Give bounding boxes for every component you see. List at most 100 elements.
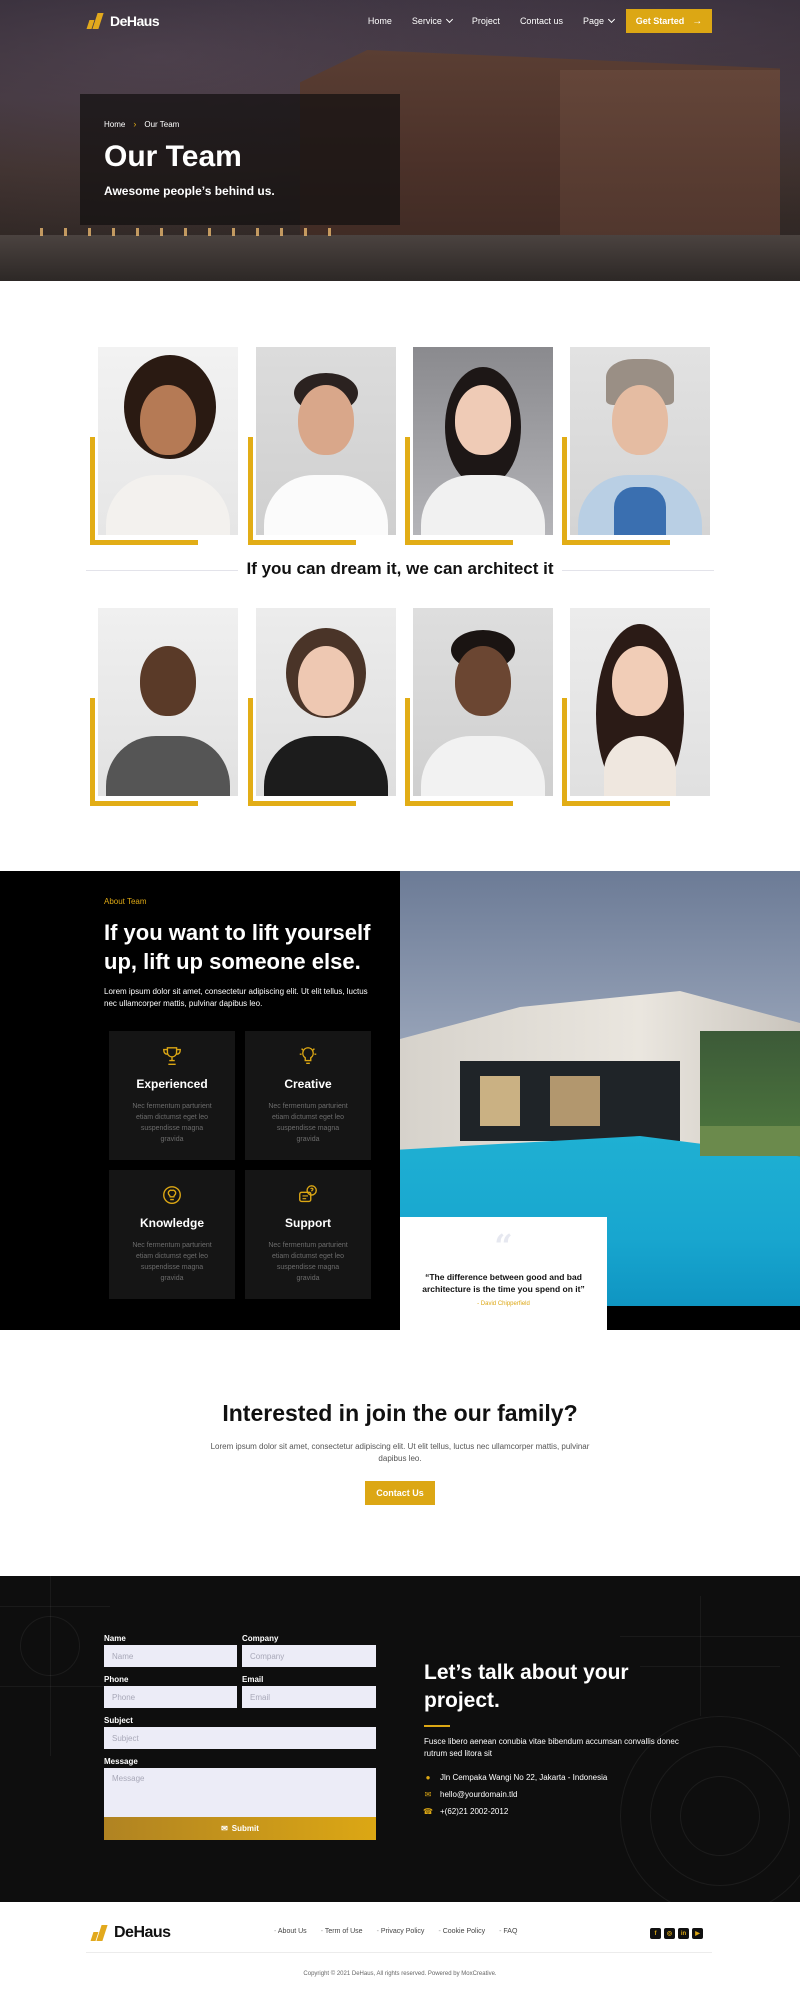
portrait-image <box>413 608 553 796</box>
quote-author: - David Chipperfield <box>477 1301 530 1307</box>
envelope-icon: ✉ <box>221 1824 228 1833</box>
email-row[interactable]: ✉ hello@yourdomain.tld <box>424 1790 518 1799</box>
support-chat-icon <box>299 1185 317 1203</box>
brand-name: DeHaus <box>110 13 160 29</box>
portrait-image <box>570 347 710 535</box>
nav-item-contact[interactable]: Contact us <box>520 16 563 26</box>
copyright-text: Copyright © 2021 DeHaus, All rights rese… <box>303 1971 497 1977</box>
team-member-photo <box>562 347 710 545</box>
feature-text: Nec fermentum parturient etiam dictumst … <box>132 1242 212 1282</box>
section-label: About Team <box>104 897 147 906</box>
footer-link-faq[interactable]: FAQ <box>499 1928 517 1935</box>
brand-logo[interactable]: DeHaus <box>86 13 160 29</box>
logo-mark-icon <box>86 13 106 29</box>
phone-label: Phone <box>104 1675 129 1684</box>
footer-link-privacy[interactable]: Privacy Policy <box>377 1928 425 1935</box>
feature-title: Support <box>285 1216 331 1230</box>
nav-item-home[interactable]: Home <box>368 16 392 26</box>
talk-title: Let’s talk about your project. <box>424 1661 629 1712</box>
team-member-photo <box>90 347 238 545</box>
linkedin-icon[interactable]: in <box>678 1928 689 1939</box>
feature-card: Experienced Nec fermentum parturient eti… <box>109 1031 235 1160</box>
footer-logo[interactable]: DeHaus <box>90 1924 171 1942</box>
footer-link-terms[interactable]: Term of Use <box>321 1928 363 1935</box>
cta-title: Interested in join the our family? <box>222 1400 578 1426</box>
subject-input[interactable]: Subject <box>104 1727 376 1749</box>
contact-us-button[interactable]: Contact Us <box>365 1481 435 1505</box>
phone-row[interactable]: ☎ +(62)21 2002-2012 <box>423 1807 509 1816</box>
nav-item-service[interactable]: Service <box>412 15 453 26</box>
get-started-label: Get Started <box>635 16 685 26</box>
arrow-right-icon: → <box>692 15 703 27</box>
message-textarea[interactable]: Message <box>104 1768 376 1818</box>
page-title: Our Team <box>104 140 242 173</box>
feature-card: Support Nec fermentum parturient etiam d… <box>245 1170 371 1299</box>
phone-text: +(62)21 2002-2012 <box>440 1807 509 1816</box>
youtube-icon[interactable]: ▶ <box>692 1928 703 1939</box>
get-started-button[interactable]: Get Started → <box>626 9 712 33</box>
feature-title: Creative <box>284 1077 332 1091</box>
page-subtitle: Awesome people’s behind us. <box>104 184 275 198</box>
facebook-icon[interactable]: f <box>650 1928 661 1939</box>
nav-item-label: Home <box>367 16 392 26</box>
footer-divider <box>86 1952 712 1953</box>
lightbulb-icon <box>299 1047 317 1065</box>
footer-link-about[interactable]: About Us <box>274 1928 307 1935</box>
quote-card: “ “The difference between good and bad a… <box>400 1217 607 1330</box>
breadcrumb-current: Our Team <box>144 119 180 129</box>
portrait-image <box>256 608 396 796</box>
footer-links: About Us Term of Use Privacy Policy Cook… <box>274 1928 518 1935</box>
instagram-icon[interactable]: ◎ <box>664 1928 675 1939</box>
feature-text: Nec fermentum parturient etiam dictumst … <box>132 1103 212 1143</box>
breadcrumb-home[interactable]: Home <box>104 120 125 129</box>
company-label: Company <box>242 1634 279 1643</box>
email-text: hello@yourdomain.tld <box>440 1790 518 1799</box>
company-input[interactable]: Company <box>242 1645 376 1667</box>
address-row: ● Jln Cempaka Wangi No 22, Jakarta - Ind… <box>424 1773 608 1782</box>
feature-card: Knowledge Nec fermentum parturient etiam… <box>109 1170 235 1299</box>
phone-input[interactable]: Phone <box>104 1686 237 1708</box>
email-input[interactable]: Email <box>242 1686 376 1708</box>
name-input[interactable]: Name <box>104 1645 237 1667</box>
quote-text: “The difference between good and bad arc… <box>422 1272 585 1294</box>
submit-button[interactable]: ✉ Submit <box>104 1817 376 1840</box>
subject-label: Subject <box>104 1716 133 1725</box>
brain-icon <box>163 1186 181 1204</box>
team-member-photo <box>90 608 238 806</box>
talk-text: Fusce libero aenean conubia vitae bibend… <box>424 1737 679 1758</box>
message-label: Message <box>104 1757 138 1766</box>
nav-links: Home Service Project Contact us Page Get… <box>348 9 712 33</box>
nav-item-project[interactable]: Project <box>472 16 500 26</box>
team-member-photo <box>248 608 396 806</box>
feature-card: Creative Nec fermentum parturient etiam … <box>245 1031 371 1160</box>
feature-text: Nec fermentum parturient etiam dictumst … <box>268 1103 348 1143</box>
team-tagline: If you can dream it, we can architect it <box>246 559 554 578</box>
chevron-down-icon <box>607 15 616 24</box>
portrait-image <box>570 608 710 796</box>
footer-link-cookie[interactable]: Cookie Policy <box>438 1928 485 1935</box>
brand-name: DeHaus <box>114 1924 171 1941</box>
envelope-icon: ✉ <box>424 1790 432 1799</box>
chevron-down-icon <box>445 15 453 24</box>
submit-label: Submit <box>231 1824 259 1833</box>
team-member-photo <box>562 608 710 806</box>
portrait-image <box>256 347 396 535</box>
portrait-image <box>413 347 553 535</box>
top-nav: DeHaus Home Service Project Contact us P… <box>86 6 712 36</box>
nav-item-label: Page <box>582 16 604 26</box>
feature-title: Knowledge <box>139 1216 204 1230</box>
cta-text: Lorem ipsum dolor sit amet, consectetur … <box>210 1442 590 1463</box>
map-pin-icon: ● <box>425 1773 431 1782</box>
chevron-right-icon: › <box>133 119 137 129</box>
name-label: Name <box>104 1634 126 1643</box>
portrait-image <box>98 347 238 535</box>
feature-text: Nec fermentum parturient etiam dictumst … <box>268 1242 348 1282</box>
team-member-photo <box>248 347 396 545</box>
address-text: Jln Cempaka Wangi No 22, Jakarta - Indon… <box>440 1773 608 1782</box>
trophy-icon <box>163 1047 181 1065</box>
nav-item-page[interactable]: Page <box>582 15 616 26</box>
team-member-photo <box>405 347 553 545</box>
hero-lights <box>40 228 340 236</box>
accent-rule <box>424 1725 450 1727</box>
team-member-photo <box>405 608 553 806</box>
